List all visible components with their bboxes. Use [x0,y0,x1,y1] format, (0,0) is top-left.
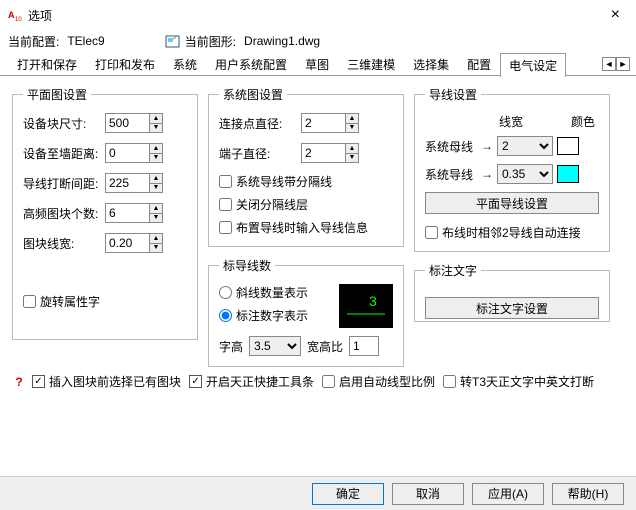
ratio-label: 宽高比 [307,338,343,355]
help-button[interactable]: 帮助(H) [552,483,624,505]
mark-wire-legend: 标导线数 [219,257,275,274]
sep-line-checkbox[interactable] [219,175,232,188]
current-profile-value: TElec9 [67,34,104,48]
app-icon: A10 [8,7,24,23]
tab-drafting[interactable]: 草图 [296,52,338,76]
mark-wire-group: 标导线数 斜线数量表示 标注数字表示 3 字高 [208,257,404,367]
hdr-linewidth: 线宽 [499,113,549,130]
break-gap-spinner[interactable]: ▲▼ [149,173,163,193]
tab-electrical[interactable]: 电气设定 [500,53,566,77]
close-sep-label: 关闭分隔线层 [236,196,308,213]
svg-text:3: 3 [369,293,377,309]
current-drawing-value: Drawing1.dwg [244,34,320,48]
break-gap-label: 导线打断间距: [23,175,99,192]
drawing-icon [165,34,181,48]
wall-dist-label: 设备至墙距离: [23,145,99,162]
ratio-input[interactable] [349,336,379,356]
wire-settings-group: 导线设置 线宽 颜色 系统母线 → 2 系统导线 → 0.35 平面导线设置 布… [414,86,610,252]
slash-radio[interactable] [219,286,232,299]
term-dia-label: 端子直径: [219,145,295,162]
tab-open-save[interactable]: 打开和保存 [8,52,86,76]
current-profile-label: 当前配置: [8,33,59,50]
close-icon[interactable]: × [603,6,628,24]
break-gap-input[interactable] [105,173,149,193]
plan-settings-legend: 平面图设置 [23,86,91,103]
toolbar-checkbox[interactable]: ✓ [189,375,202,388]
term-dia-input[interactable] [301,143,345,163]
svg-text:A: A [8,10,15,20]
tab-system[interactable]: 系统 [164,52,206,76]
block-lw-label: 图块线宽: [23,235,99,252]
ok-button[interactable]: 确定 [312,483,384,505]
tab-print-publish[interactable]: 打印和发布 [86,52,164,76]
t3-break-checkbox[interactable] [443,375,456,388]
sep-line-label: 系统导线带分隔线 [236,173,332,190]
height-label: 字高 [219,338,243,355]
close-sep-checkbox[interactable] [219,198,232,211]
conn-dia-label: 连接点直径: [219,115,295,132]
number-radio[interactable] [219,309,232,322]
auto-ltype-checkbox[interactable] [322,375,335,388]
arrow-icon: → [481,167,493,181]
rotate-attr-checkbox[interactable] [23,295,36,308]
toolbar-label: 开启天正快捷工具条 [206,373,314,390]
wall-dist-input[interactable] [105,143,149,163]
tab-scroll-right[interactable]: ► [616,57,630,71]
pre-select-label: 插入图块前选择已有图块 [49,373,181,390]
block-lw-input[interactable] [105,233,149,253]
bus-color-swatch[interactable] [557,137,579,155]
hf-count-spinner[interactable]: ▲▼ [149,203,163,223]
t3-break-label: 转T3天正文字中英文打断 [460,373,594,390]
system-settings-group: 系统图设置 连接点直径: ▲▼ 端子直径: ▲▼ 系统导线带分隔线 关闭分隔线层… [208,86,404,247]
svg-text:10: 10 [15,17,22,23]
label-text-group: 标注文字 标注文字设置 [414,262,610,322]
hf-count-input[interactable] [105,203,149,223]
number-label: 标注数字表示 [236,307,308,324]
plan-settings-group: 平面图设置 设备块尺寸: ▲▼ 设备至墙距离: ▲▼ 导线打断间距: ▲▼ 高频… [12,86,198,340]
label-text-button[interactable]: 标注文字设置 [425,297,599,319]
block-lw-spinner[interactable]: ▲▼ [149,233,163,253]
auto-connect-label: 布线时相邻2导线自动连接 [442,224,581,241]
bus-lw-select[interactable]: 2 [497,136,553,156]
lead-color-swatch[interactable] [557,165,579,183]
hf-count-label: 高频图块个数: [23,205,99,222]
bus-label: 系统母线 [425,138,477,155]
layout-input-checkbox[interactable] [219,221,232,234]
tab-bar: 打开和保存 打印和发布 系统 用户系统配置 草图 三维建模 选择集 配置 电气设… [0,52,636,76]
block-size-spinner[interactable]: ▲▼ [149,113,163,133]
tab-3d-modeling[interactable]: 三维建模 [338,52,404,76]
pre-select-checkbox[interactable]: ✓ [32,375,45,388]
auto-connect-checkbox[interactable] [425,226,438,239]
label-text-legend: 标注文字 [425,262,481,279]
current-drawing-label: 当前图形: [185,33,236,50]
slash-label: 斜线数量表示 [236,284,308,301]
help-icon[interactable]: ? [12,375,26,389]
arrow-icon: → [481,139,493,153]
layout-input-label: 布置导线时输入导线信息 [236,219,368,236]
tab-profiles[interactable]: 配置 [458,52,500,76]
system-settings-legend: 系统图设置 [219,86,287,103]
conn-dia-input[interactable] [301,113,345,133]
wall-dist-spinner[interactable]: ▲▼ [149,143,163,163]
lead-label: 系统导线 [425,166,477,183]
height-select[interactable]: 3.5 [249,336,301,356]
cancel-button[interactable]: 取消 [392,483,464,505]
wire-settings-legend: 导线设置 [425,86,481,103]
hdr-color: 颜色 [571,113,595,130]
block-size-input[interactable] [105,113,149,133]
lead-lw-select[interactable]: 0.35 [497,164,553,184]
window-title: 选项 [28,7,603,24]
mark-preview: 3 [339,284,393,328]
tab-selection[interactable]: 选择集 [404,52,458,76]
conn-dia-spinner[interactable]: ▲▼ [345,113,359,133]
term-dia-spinner[interactable]: ▲▼ [345,143,359,163]
plan-wire-button[interactable]: 平面导线设置 [425,192,599,214]
rotate-attr-label: 旋转属性字 [40,293,100,310]
block-size-label: 设备块尺寸: [23,115,99,132]
tab-user-prefs[interactable]: 用户系统配置 [206,52,296,76]
tab-scroll-left[interactable]: ◄ [602,57,616,71]
auto-ltype-label: 启用自动线型比例 [339,373,435,390]
apply-button[interactable]: 应用(A) [472,483,544,505]
